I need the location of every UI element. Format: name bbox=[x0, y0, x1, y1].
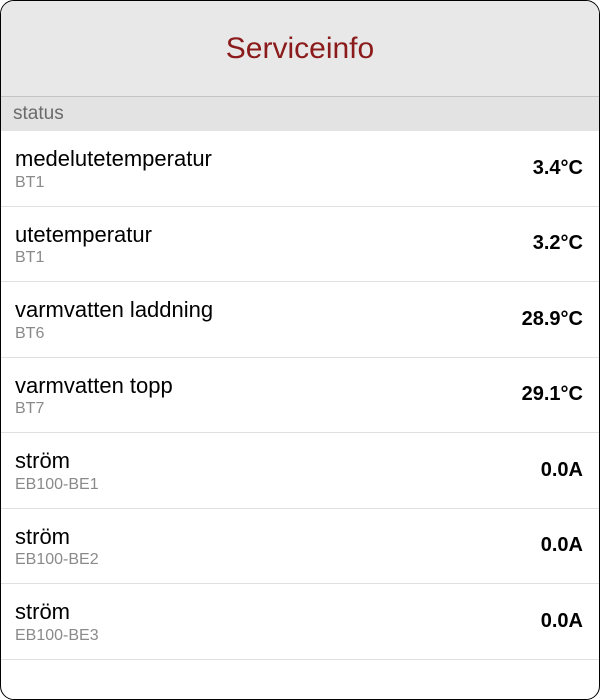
section-header-status: status bbox=[1, 97, 599, 131]
list-item-value: 0.0A bbox=[541, 610, 583, 633]
list-item-left: varmvatten topp BT7 bbox=[15, 372, 173, 419]
list-item-sublabel: EB100-BE1 bbox=[15, 476, 99, 494]
list-item-label: ström bbox=[15, 523, 99, 551]
list-item-left: ström EB100-BE1 bbox=[15, 447, 99, 494]
app-window: Serviceinfo status medelutetemperatur BT… bbox=[0, 0, 600, 700]
list-item-sublabel: BT7 bbox=[15, 400, 173, 418]
page-title: Serviceinfo bbox=[226, 32, 374, 66]
list-item-sublabel: EB100-BE3 bbox=[15, 627, 99, 645]
list-item-left: varmvatten laddning BT6 bbox=[15, 296, 213, 343]
list-item[interactable]: varmvatten laddning BT6 28.9°C bbox=[1, 282, 599, 358]
list-item-label: utetemperatur bbox=[15, 221, 152, 249]
list-item[interactable]: utetemperatur BT1 3.2°C bbox=[1, 207, 599, 283]
list-item-label: ström bbox=[15, 447, 99, 475]
list-item-value: 0.0A bbox=[541, 534, 583, 557]
list-item-value: 3.4°C bbox=[533, 157, 583, 180]
list-item-value: 0.0A bbox=[541, 459, 583, 482]
list-item[interactable]: varmvatten topp BT7 29.1°C bbox=[1, 358, 599, 434]
list-item[interactable]: ström EB100-BE1 0.0A bbox=[1, 433, 599, 509]
list-item-left: ström EB100-BE2 bbox=[15, 523, 99, 570]
list-item-label: ström bbox=[15, 598, 99, 626]
list-item-sublabel: BT6 bbox=[15, 325, 213, 343]
list-item-value: 3.2°C bbox=[533, 232, 583, 255]
list-item[interactable]: ström EB100-BE3 0.0A bbox=[1, 584, 599, 660]
list-item-left: medelutetemperatur BT1 bbox=[15, 145, 212, 192]
list-item-sublabel: BT1 bbox=[15, 174, 212, 192]
list-item-value: 28.9°C bbox=[522, 308, 583, 331]
list-item-left: utetemperatur BT1 bbox=[15, 221, 152, 268]
status-list: medelutetemperatur BT1 3.4°C utetemperat… bbox=[1, 131, 599, 660]
list-item-label: varmvatten topp bbox=[15, 372, 173, 400]
list-item-value: 29.1°C bbox=[522, 383, 583, 406]
list-item[interactable]: medelutetemperatur BT1 3.4°C bbox=[1, 131, 599, 207]
list-item-sublabel: EB100-BE2 bbox=[15, 551, 99, 569]
list-item-label: medelutetemperatur bbox=[15, 145, 212, 173]
list-item-left: ström EB100-BE3 bbox=[15, 598, 99, 645]
list-item-label: varmvatten laddning bbox=[15, 296, 213, 324]
list-item-sublabel: BT1 bbox=[15, 249, 152, 267]
list-item[interactable]: ström EB100-BE2 0.0A bbox=[1, 509, 599, 585]
header: Serviceinfo bbox=[1, 1, 599, 97]
